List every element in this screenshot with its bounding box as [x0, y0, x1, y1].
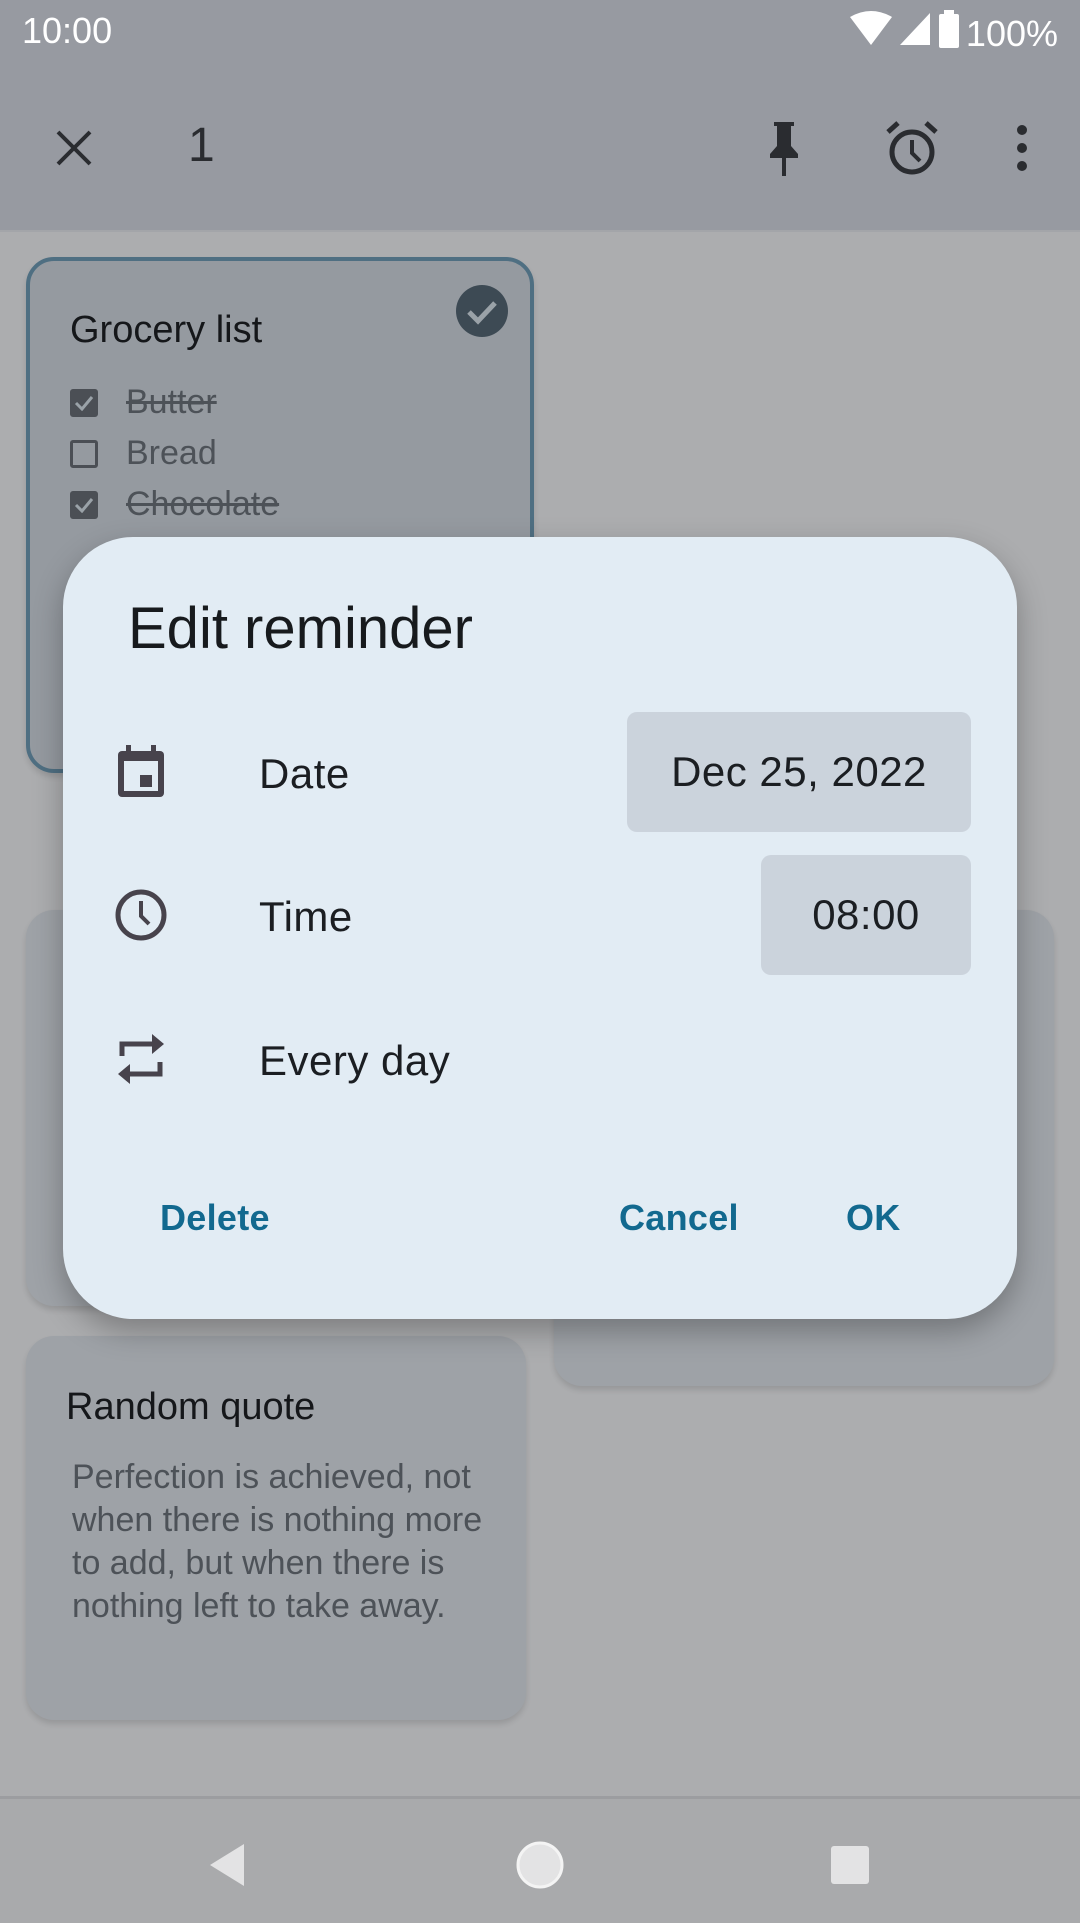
- battery-percent: 100%: [965, 12, 1058, 54]
- status-time: 10:00: [22, 10, 113, 51]
- selected-check-icon: [456, 285, 508, 342]
- repeat-icon: [111, 1029, 171, 1089]
- battery-icon: [938, 10, 960, 57]
- more-vert-icon[interactable]: [994, 120, 1050, 176]
- recents-icon[interactable]: [820, 1835, 880, 1895]
- checklist-item[interactable]: Bread: [70, 434, 217, 473]
- system-navigation-bar: [0, 1796, 1080, 1923]
- selected-count: 1: [188, 119, 215, 172]
- edit-reminder-dialog: Edit reminder Date Dec 25, 2022 Time 08:…: [63, 537, 1017, 1319]
- checklist-item[interactable]: Butter: [70, 383, 217, 422]
- signal-icon: [898, 11, 932, 56]
- delete-button[interactable]: Delete: [160, 1197, 270, 1239]
- checkbox-unchecked-icon[interactable]: [70, 439, 98, 468]
- calendar-icon: [111, 742, 171, 802]
- ok-button[interactable]: OK: [846, 1197, 901, 1239]
- time-row: Time 08:00: [111, 855, 971, 975]
- date-label: Date: [259, 750, 350, 797]
- repeat-row[interactable]: Every day: [111, 999, 971, 1119]
- note-title: Grocery list: [70, 309, 263, 351]
- time-picker-button[interactable]: 08:00: [761, 855, 971, 975]
- clock-icon: [111, 885, 171, 945]
- checklist-item[interactable]: Chocolate: [70, 485, 279, 524]
- checklist-item-text: Butter: [126, 383, 217, 421]
- note-title: Random quote: [66, 1386, 316, 1428]
- wifi-icon: [849, 11, 892, 56]
- checkbox-checked-icon[interactable]: [70, 490, 98, 519]
- checklist-item-text: Chocolate: [126, 485, 280, 523]
- cancel-button[interactable]: Cancel: [619, 1197, 739, 1239]
- date-row: Date Dec 25, 2022: [111, 712, 971, 832]
- pin-icon[interactable]: [756, 120, 812, 176]
- note-card-random-quote[interactable]: Random quote Perfection is achieved, not…: [26, 1336, 526, 1720]
- repeat-label: Every day: [259, 1037, 451, 1084]
- dialog-title: Edit reminder: [128, 596, 473, 661]
- home-icon[interactable]: [510, 1835, 570, 1895]
- checklist-item-text: Bread: [126, 434, 217, 472]
- date-picker-button[interactable]: Dec 25, 2022: [627, 712, 971, 832]
- note-body: Perfection is achieved, not when there i…: [72, 1458, 483, 1625]
- back-icon[interactable]: [196, 1835, 256, 1895]
- checkbox-checked-icon[interactable]: [70, 388, 98, 417]
- status-bar: 10:00 100%: [0, 0, 1080, 64]
- selection-app-bar: 1: [0, 64, 1080, 232]
- close-icon[interactable]: [46, 120, 102, 176]
- time-label: Time: [259, 893, 353, 940]
- alarm-icon[interactable]: [884, 120, 940, 176]
